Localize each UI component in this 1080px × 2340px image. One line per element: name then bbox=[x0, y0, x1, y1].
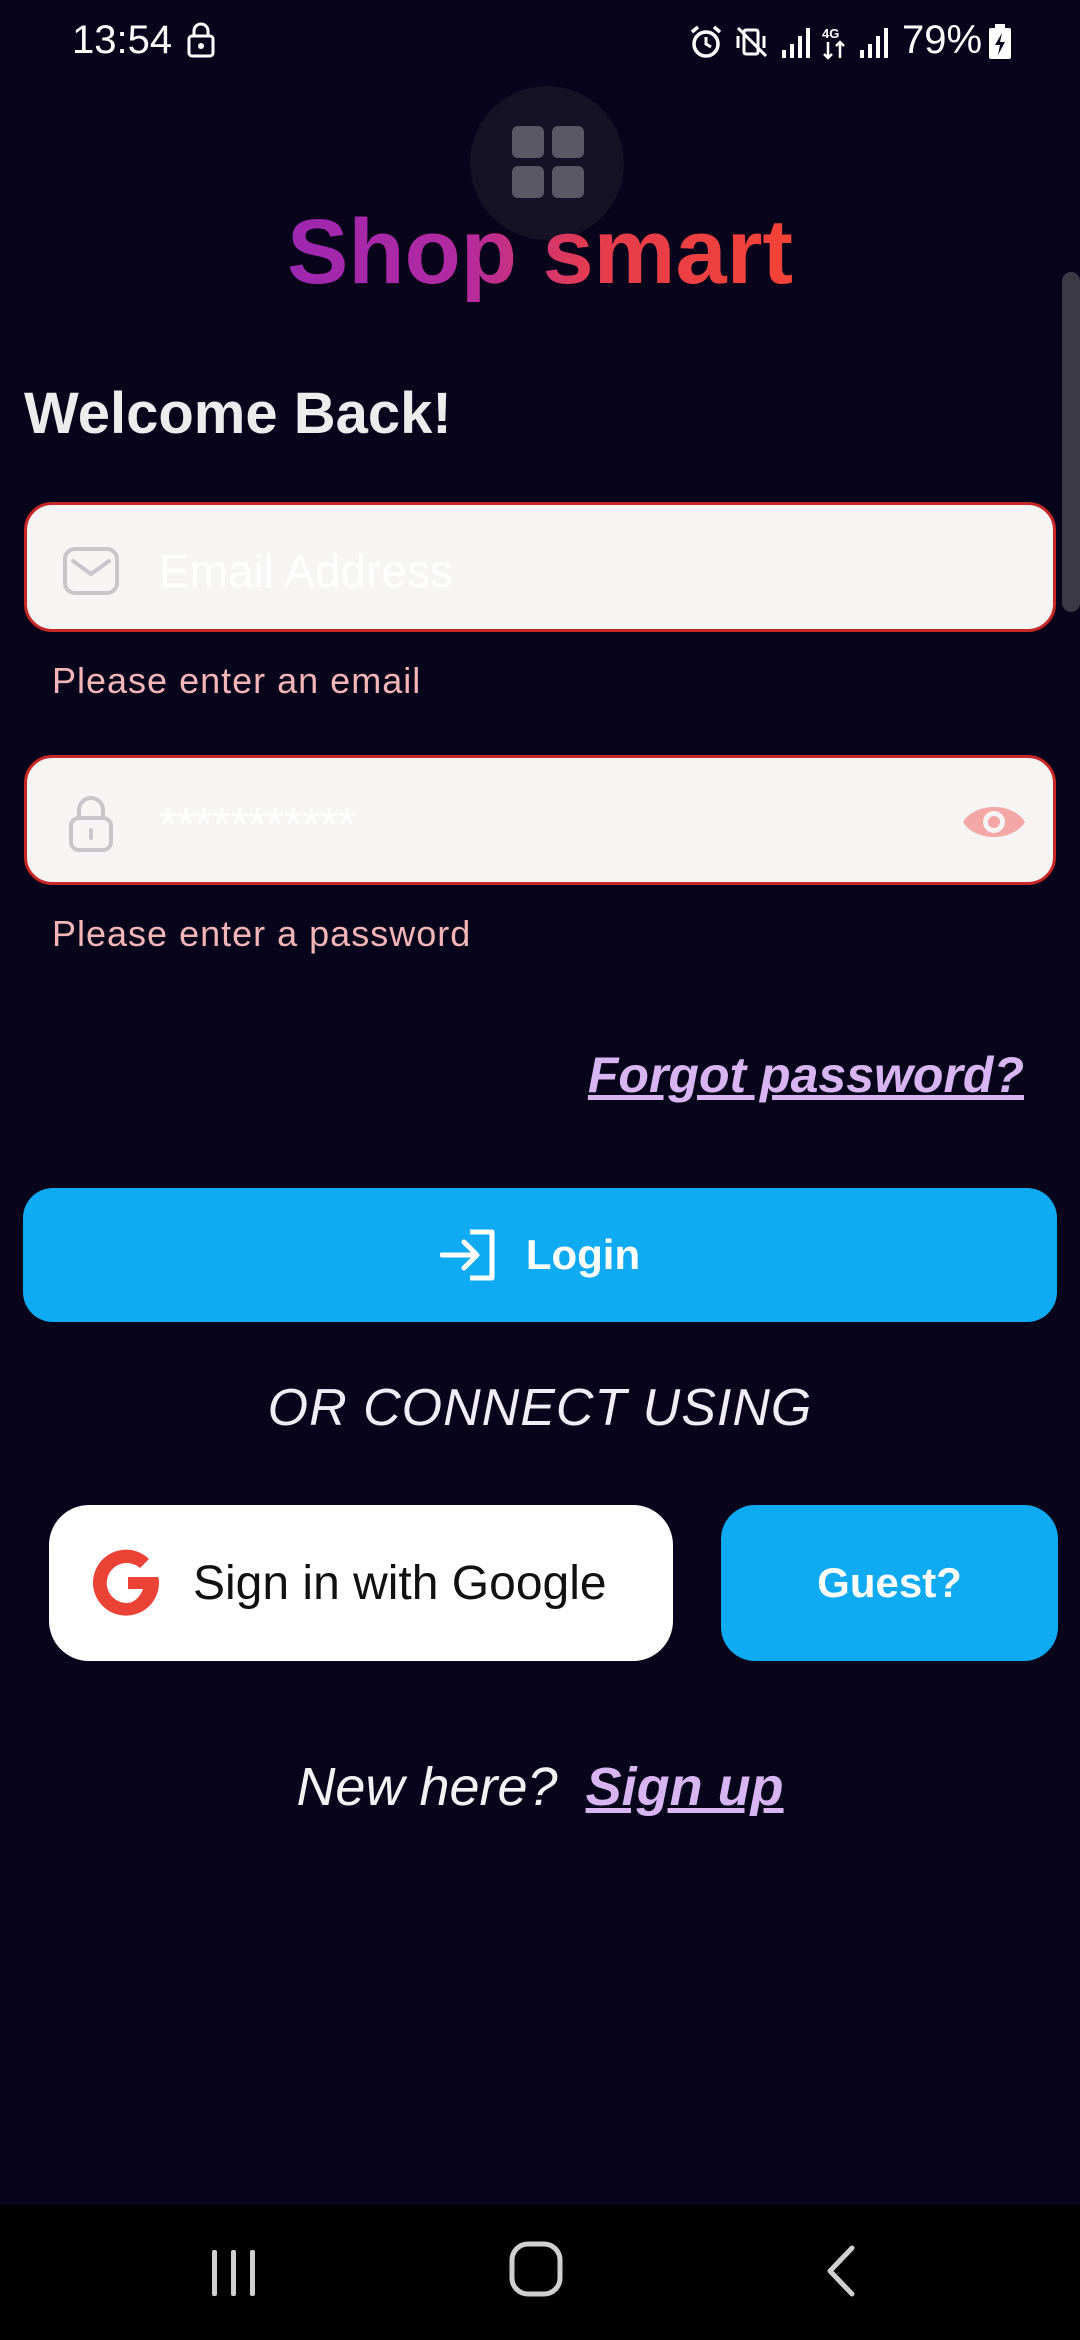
guest-button[interactable]: Guest? bbox=[721, 1505, 1058, 1661]
battery-icon bbox=[989, 24, 1011, 59]
email-error: Please enter an email bbox=[52, 660, 422, 701]
page-title: Welcome Back! bbox=[24, 381, 452, 446]
signal-icon bbox=[860, 28, 888, 58]
lock-icon bbox=[69, 796, 113, 852]
password-field[interactable] bbox=[24, 755, 1056, 885]
login-button[interactable]: Login bbox=[23, 1188, 1057, 1322]
eye-icon[interactable] bbox=[961, 798, 1027, 846]
svg-text:4G: 4G bbox=[822, 26, 839, 41]
signup-prompt: New here? bbox=[296, 1757, 558, 1817]
signup-row: New here? Sign up bbox=[0, 1756, 1080, 1818]
battery-level: 79% bbox=[902, 18, 983, 62]
forgot-password-link[interactable]: Forgot password? bbox=[588, 1046, 1024, 1104]
lock-icon bbox=[187, 22, 215, 58]
login-icon bbox=[439, 1229, 495, 1281]
password-input[interactable] bbox=[157, 783, 961, 865]
status-time: 13:54 bbox=[72, 18, 173, 62]
google-icon bbox=[93, 1549, 159, 1616]
scrollbar[interactable] bbox=[1062, 272, 1080, 612]
grid-icon bbox=[512, 126, 584, 198]
password-error: Please enter a password bbox=[52, 913, 472, 954]
google-signin-button[interactable]: Sign in with Google bbox=[49, 1505, 673, 1661]
or-connect-text: OR CONNECT USING bbox=[267, 1379, 813, 1437]
signup-link[interactable]: Sign up bbox=[586, 1757, 784, 1817]
4g-icon: 4G bbox=[822, 26, 845, 60]
email-input[interactable] bbox=[157, 530, 961, 612]
email-field[interactable] bbox=[24, 502, 1056, 632]
home-icon[interactable] bbox=[508, 2240, 564, 2298]
status-icons: 4G bbox=[688, 22, 888, 62]
guest-label: Guest? bbox=[817, 1559, 962, 1606]
alarm-icon bbox=[690, 25, 722, 58]
login-label: Login bbox=[525, 1231, 641, 1278]
back-icon[interactable] bbox=[822, 2244, 858, 2298]
mail-icon bbox=[63, 547, 119, 595]
signal-icon bbox=[782, 28, 810, 58]
brand-title: Shop smart bbox=[286, 201, 794, 303]
recent-apps-icon[interactable] bbox=[208, 2248, 260, 2298]
vibrate-icon bbox=[736, 26, 768, 58]
google-signin-label: Sign in with Google bbox=[193, 1556, 607, 1610]
